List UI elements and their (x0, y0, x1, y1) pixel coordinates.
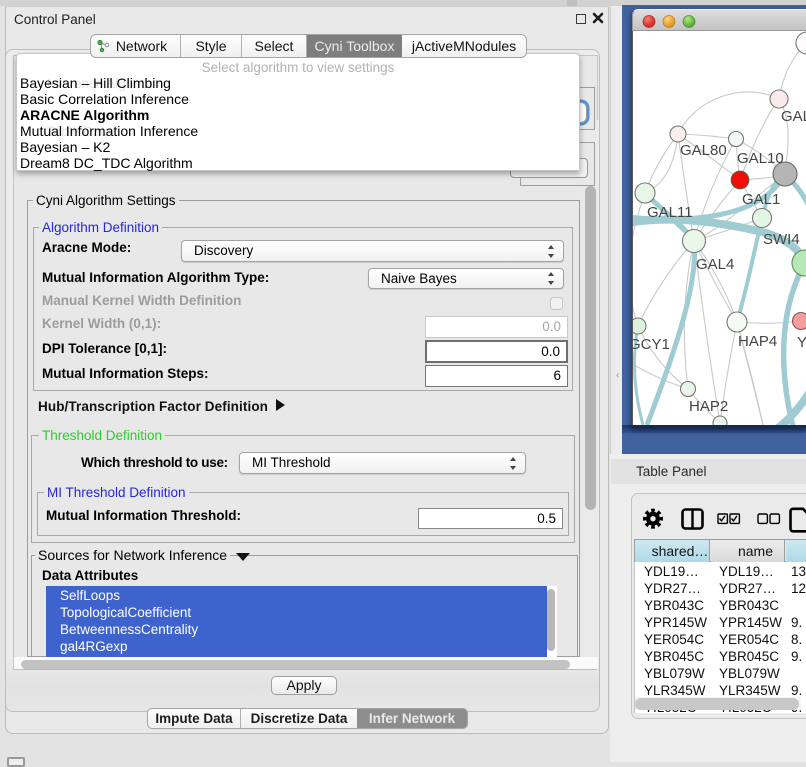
svg-text:GAL1: GAL1 (742, 191, 780, 208)
svg-text:GAL11: GAL11 (647, 204, 693, 221)
svg-text:GAL4: GAL4 (696, 256, 734, 273)
svg-text:GAL80: GAL80 (680, 142, 727, 159)
svg-text:GAL2: GAL2 (781, 108, 806, 125)
svg-text:GAL10: GAL10 (737, 150, 784, 167)
svg-text:YB: YB (797, 334, 806, 351)
svg-text:HAP4: HAP4 (738, 333, 777, 350)
svg-text:HAP2: HAP2 (689, 398, 728, 415)
svg-text:SWI4: SWI4 (763, 231, 800, 248)
svg-text:GCY1: GCY1 (633, 336, 670, 353)
